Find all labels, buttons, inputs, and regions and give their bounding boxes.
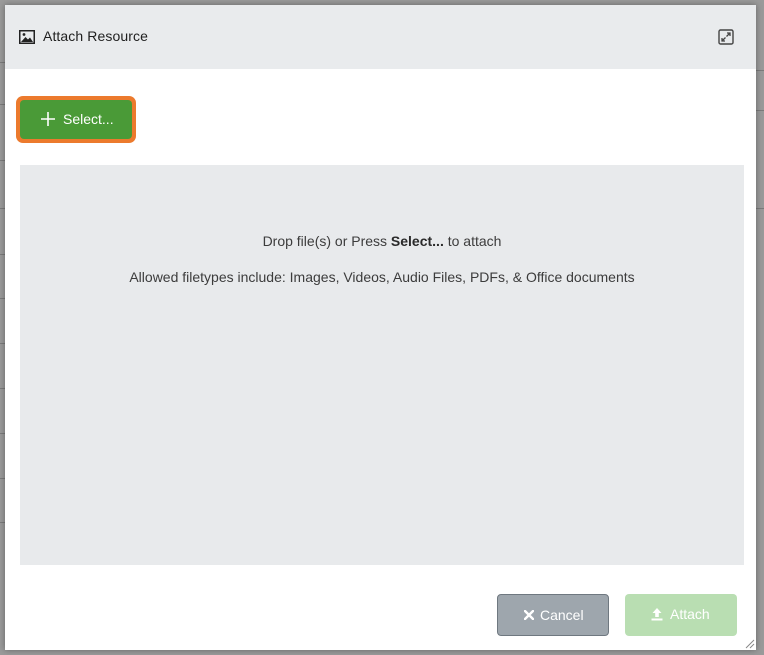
select-button[interactable]: Select...: [20, 100, 132, 139]
cancel-button[interactable]: Cancel: [497, 594, 609, 636]
cancel-button-label: Cancel: [540, 607, 584, 623]
dropzone-prefix: Drop file(s) or Press: [262, 233, 391, 249]
select-button-label: Select...: [63, 111, 114, 127]
plus-icon: [41, 112, 55, 126]
attach-button[interactable]: Attach: [625, 594, 737, 636]
background-divider: [756, 208, 764, 209]
dialog-title: Attach Resource: [43, 28, 148, 44]
attach-button-label: Attach: [670, 606, 710, 622]
background-divider: [756, 70, 764, 71]
expand-icon[interactable]: [718, 29, 734, 45]
dropzone-select-text: Select...: [390, 233, 444, 249]
allowed-filetypes-text: Allowed filetypes include: Images, Video…: [129, 269, 635, 285]
attach-resource-dialog: Attach Resource Select... Drop file(s) o…: [5, 5, 756, 650]
select-button-highlight: Select...: [16, 96, 136, 143]
dialog-titlebar: Attach Resource: [5, 5, 756, 69]
resize-grip-icon[interactable]: [743, 637, 755, 649]
image-icon: [19, 30, 35, 44]
dropzone-suffix: to attach: [443, 233, 502, 249]
file-dropzone[interactable]: Drop file(s) or Press Select... to attac…: [20, 165, 744, 565]
background-divider: [756, 110, 764, 111]
upload-icon: [651, 608, 663, 621]
close-icon: [524, 610, 534, 620]
dropzone-instructions: Drop file(s) or Press Select... to attac…: [20, 233, 744, 249]
